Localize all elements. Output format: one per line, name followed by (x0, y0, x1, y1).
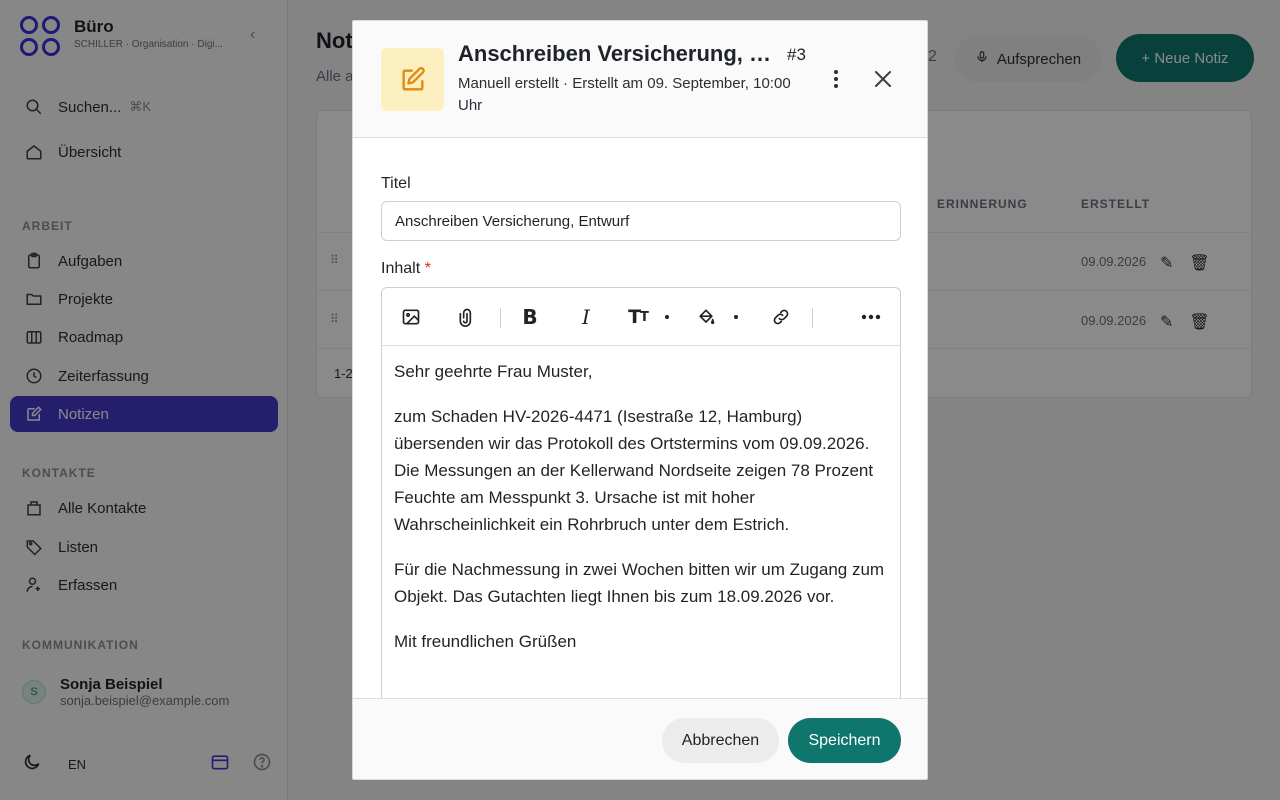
content-paragraph: Für die Nachmessung in zwei Wochen bitte… (394, 560, 885, 606)
more-options-icon[interactable] (827, 67, 845, 91)
toolbar-divider (500, 308, 501, 328)
fill-color-icon[interactable] (694, 305, 718, 329)
attachment-icon[interactable] (455, 305, 479, 329)
dialog-header: Anschreiben Versicherung, Entwurf #3 Man… (353, 21, 927, 138)
cancel-button[interactable]: Abbrechen (662, 718, 779, 763)
content-label-text: Inhalt (381, 260, 421, 277)
more-tools-icon[interactable] (859, 305, 883, 329)
content-paragraph: zum Schaden HV-2026-4471 (Isestraße 12, … (394, 407, 874, 534)
toolbar-divider (812, 308, 813, 328)
content-field-label: Inhalt * (381, 260, 431, 278)
required-marker: * (424, 260, 431, 277)
text-size-dropdown-icon[interactable] (665, 315, 669, 319)
rich-text-editor: B I TT Sehr geehrte Frau Muster, zum Sch… (381, 287, 901, 747)
note-number: #3 (787, 45, 806, 64)
dialog-footer: Abbrechen Speichern (353, 698, 927, 779)
editor-toolbar: B I TT (382, 288, 900, 346)
title-input[interactable] (381, 201, 901, 241)
title-field-label: Titel (381, 175, 411, 192)
dialog-title: Anschreiben Versicherung, Entwurf (458, 41, 778, 66)
text-size-glyph: T (628, 306, 641, 328)
fill-color-dropdown-icon[interactable] (734, 315, 738, 319)
text-size-button[interactable]: TT (626, 305, 650, 329)
insert-image-icon[interactable] (399, 305, 423, 329)
editor-content[interactable]: Sehr geehrte Frau Muster, zum Schaden HV… (394, 358, 890, 673)
link-icon[interactable] (769, 305, 793, 329)
note-edit-icon (381, 48, 444, 111)
dialog-meta: Manuell erstellt · Erstellt am 09. Septe… (458, 75, 791, 114)
content-paragraph: Sehr geehrte Frau Muster, (394, 362, 593, 381)
italic-button[interactable]: I (574, 305, 598, 329)
edit-note-dialog: Anschreiben Versicherung, Entwurf #3 Man… (352, 20, 928, 780)
text-size-glyph-small: T (640, 309, 649, 325)
content-paragraph: Mit freundlichen Grüßen (394, 632, 577, 651)
save-button[interactable]: Speichern (788, 718, 901, 763)
close-icon[interactable] (871, 67, 895, 91)
bold-button[interactable]: B (518, 305, 542, 329)
